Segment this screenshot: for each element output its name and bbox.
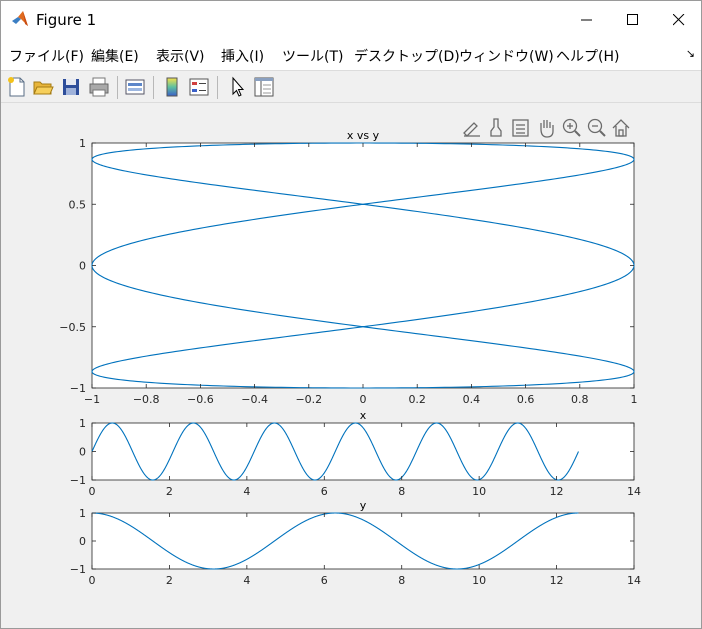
y-tick-label: 1 — [79, 137, 86, 150]
zoom-in-icon[interactable] — [562, 118, 581, 137]
y-tick-label: 0 — [79, 446, 86, 459]
y-tick-label: −0.5 — [59, 321, 86, 334]
x-tick-label: 0 — [360, 393, 367, 406]
zoom-out-icon[interactable] — [587, 118, 606, 137]
minimize-icon — [581, 19, 592, 21]
data-brush-icon[interactable] — [490, 118, 502, 137]
menu-window[interactable]: ウィンドウ(W) — [459, 46, 554, 66]
menu-file[interactable]: ファイル(F) — [9, 46, 84, 66]
axes-box — [91, 512, 635, 570]
toolbar-separator — [217, 76, 218, 99]
dock-arrow-icon[interactable]: ↘ — [686, 47, 695, 60]
plots-canvas: −1 −0.8 −0.6 −0.4 −0.2 0 0.2 0.4 0.6 0.8 1 −1 −0.5 0 0… — [59, 118, 641, 587]
data-tips-icon[interactable] — [512, 119, 529, 137]
minimize-button[interactable] — [564, 1, 610, 39]
new-figure-icon[interactable] — [5, 75, 29, 99]
x-tick-label: −0.6 — [187, 393, 214, 406]
x-tick-label: 2 — [166, 574, 173, 587]
x-tick-label: 2 — [166, 485, 173, 498]
y-tick-label: 0 — [79, 260, 86, 273]
x-tick-label: 4 — [243, 574, 250, 587]
menu-view[interactable]: 表示(V) — [156, 46, 205, 66]
y-tick-label: −1 — [70, 382, 86, 395]
axes-title: x vs y — [347, 129, 380, 142]
axes-box — [91, 142, 635, 389]
x-tick-label: 0 — [89, 485, 96, 498]
x-tick-label: 10 — [472, 574, 486, 587]
x-tick-label: 14 — [627, 485, 641, 498]
toolbar-separator — [153, 76, 154, 99]
x-tick-label: 4 — [243, 485, 250, 498]
x-tick-label: 10 — [472, 485, 486, 498]
print-icon[interactable] — [87, 75, 111, 99]
axes-toolbar — [463, 118, 630, 138]
select-pointer-icon[interactable] — [225, 75, 249, 99]
close-button[interactable] — [656, 1, 702, 39]
menu-bar: ファイル(F) 編集(E) 表示(V) 挿入(I) ツール(T) デスクトップ(… — [1, 39, 701, 70]
x-tick-label: 0.2 — [408, 393, 426, 406]
brush-edit-icon[interactable] — [463, 122, 480, 137]
axes-2[interactable]: 0 2 4 6 8 10 12 14−101x — [70, 409, 641, 498]
x-tick-label: 14 — [627, 574, 641, 587]
menu-help[interactable]: ヘルプ(H) — [556, 46, 619, 66]
x-tick-label: −0.8 — [133, 393, 160, 406]
legend-icon[interactable] — [187, 75, 211, 99]
window-title: Figure 1 — [36, 11, 97, 29]
menu-desktop[interactable]: デスクトップ(D) — [354, 46, 460, 66]
x-tick-label: 12 — [550, 574, 564, 587]
menu-insert[interactable]: 挿入(I) — [221, 46, 264, 66]
x-tick-label: 6 — [321, 485, 328, 498]
x-tick-label: −0.4 — [241, 393, 268, 406]
axes-title: y — [360, 499, 367, 512]
x-tick-label: 0.6 — [517, 393, 535, 406]
x-tick-label: 6 — [321, 574, 328, 587]
y-tick-label: 1 — [79, 507, 86, 520]
y-tick-label: −1 — [70, 563, 86, 576]
y-tick-label: 1 — [79, 417, 86, 430]
x-tick-label: 0.4 — [463, 393, 481, 406]
y-tick-label: 0.5 — [69, 198, 87, 211]
y-tick-label: 0 — [79, 535, 86, 548]
x-tick-label: −1 — [84, 393, 100, 406]
x-tick-label: −0.2 — [295, 393, 322, 406]
toolbar-separator — [117, 76, 118, 99]
figure-toolbar — [1, 70, 701, 103]
close-icon — [673, 14, 685, 26]
maximize-icon — [627, 14, 638, 25]
x-tick-label: 8 — [398, 574, 405, 587]
property-inspector-icon[interactable] — [252, 75, 276, 99]
pan-hand-icon[interactable] — [540, 120, 554, 138]
matlab-logo-icon — [12, 11, 28, 26]
axes-1[interactable]: −1 −0.8 −0.6 −0.4 −0.2 0 0.2 0.4 0.6 0.8 1 −1 −0.5 0 0… — [59, 129, 637, 406]
open-file-icon[interactable] — [31, 75, 55, 99]
x-tick-label: 1 — [631, 393, 638, 406]
save-icon[interactable] — [59, 75, 83, 99]
link-plot-icon[interactable] — [123, 75, 147, 99]
menu-edit[interactable]: 編集(E) — [91, 46, 139, 66]
y-tick-label: −1 — [70, 474, 86, 487]
x-tick-label: 0.8 — [571, 393, 589, 406]
axes-title: x — [360, 409, 367, 422]
maximize-button[interactable] — [610, 1, 656, 39]
x-tick-label: 8 — [398, 485, 405, 498]
axes-3[interactable]: 0 2 4 6 8 10 12 14−101y — [70, 499, 641, 587]
x-tick-label: 12 — [550, 485, 564, 498]
x-tick-label: 0 — [89, 574, 96, 587]
title-bar[interactable]: Figure 1 — [1, 1, 701, 39]
menu-tools[interactable]: ツール(T) — [282, 46, 343, 66]
colorbar-icon[interactable] — [160, 75, 184, 99]
home-icon[interactable] — [612, 119, 630, 137]
